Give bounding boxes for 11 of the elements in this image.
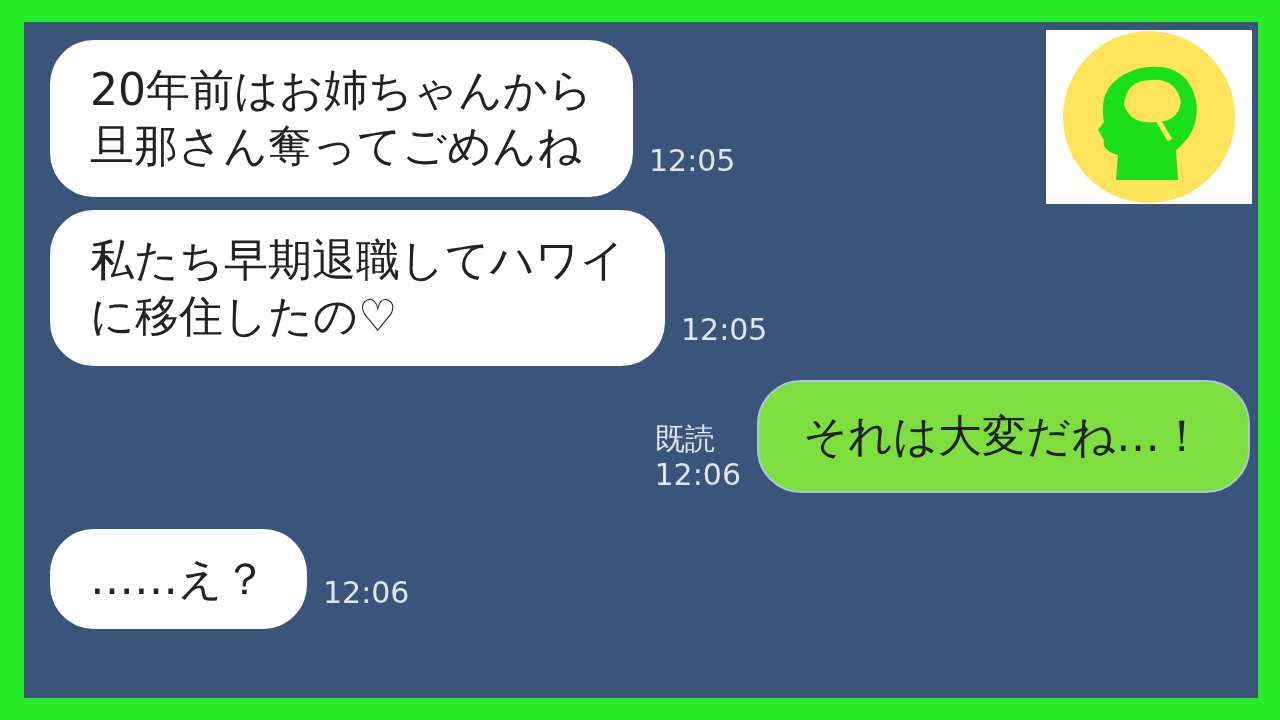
read-receipt: 既読 — [654, 420, 716, 457]
message-time: 12:06 — [323, 574, 410, 611]
message-time: 12:05 — [649, 142, 736, 179]
message-text: ……え？ — [90, 551, 267, 606]
message-text: 20年前はお姉ちゃんから — [90, 63, 593, 117]
message-text: それは大変だね…！ — [803, 409, 1204, 464]
message-text: 私たち早期退職してハワイ — [90, 232, 625, 287]
message-time: 12:05 — [681, 312, 768, 349]
message-text: 旦那さん奪ってごめんね — [90, 119, 583, 174]
message-text: に移住したの♡ — [90, 288, 399, 343]
message-time: 12:06 — [654, 456, 741, 493]
